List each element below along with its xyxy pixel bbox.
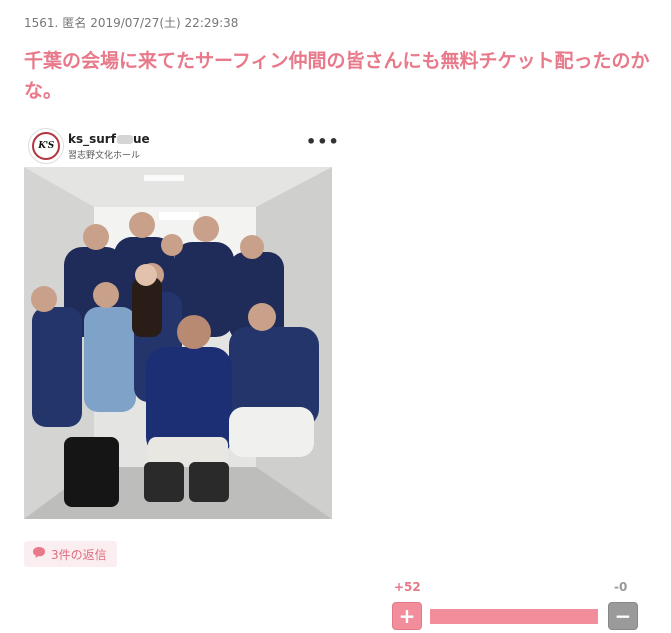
replies-label: 3件の返信	[51, 547, 107, 562]
account-logo: K'S	[32, 132, 60, 160]
comment-datetime: 2019/07/27(土) 22:29:38	[90, 16, 239, 30]
embedded-photo[interactable]	[24, 167, 332, 519]
comment-number: 1561.	[24, 16, 59, 30]
comment-meta: 1561. 匿名 2019/07/27(土) 22:29:38	[24, 14, 238, 31]
replies-button[interactable]: 3件の返信	[24, 541, 117, 567]
more-options-icon[interactable]: •••	[306, 132, 340, 151]
account-name[interactable]: ks_surf ue	[68, 132, 150, 146]
blurred-text	[116, 135, 133, 144]
account-avatar[interactable]: K'S	[28, 128, 64, 164]
comment-author: 匿名	[62, 16, 87, 30]
group-photo-illustration	[24, 167, 332, 519]
speech-bubble-icon	[32, 546, 46, 562]
account-name-tail: ue	[132, 132, 150, 146]
logo-text: K'S	[38, 141, 54, 151]
minus-vote-button[interactable]: −	[608, 602, 638, 630]
minus-icon: −	[614, 604, 632, 628]
minus-count: -0	[614, 580, 628, 594]
comment-body: 千葉の会場に来てたサーフィン仲間の皆さんにも無料チケット配ったのかな。	[24, 50, 650, 102]
plus-count: +52	[394, 580, 421, 594]
plus-vote-button[interactable]: +	[392, 602, 422, 630]
plus-icon: +	[398, 604, 416, 628]
post-location[interactable]: 習志野文化ホール	[68, 148, 140, 161]
account-name-visible: ks_surf	[68, 132, 116, 146]
instagram-embed-header: K'S ks_surf ue 習志野文化ホール •••	[24, 124, 339, 166]
vote-ratio-fill	[430, 609, 598, 624]
vote-ratio-bar	[430, 609, 598, 624]
